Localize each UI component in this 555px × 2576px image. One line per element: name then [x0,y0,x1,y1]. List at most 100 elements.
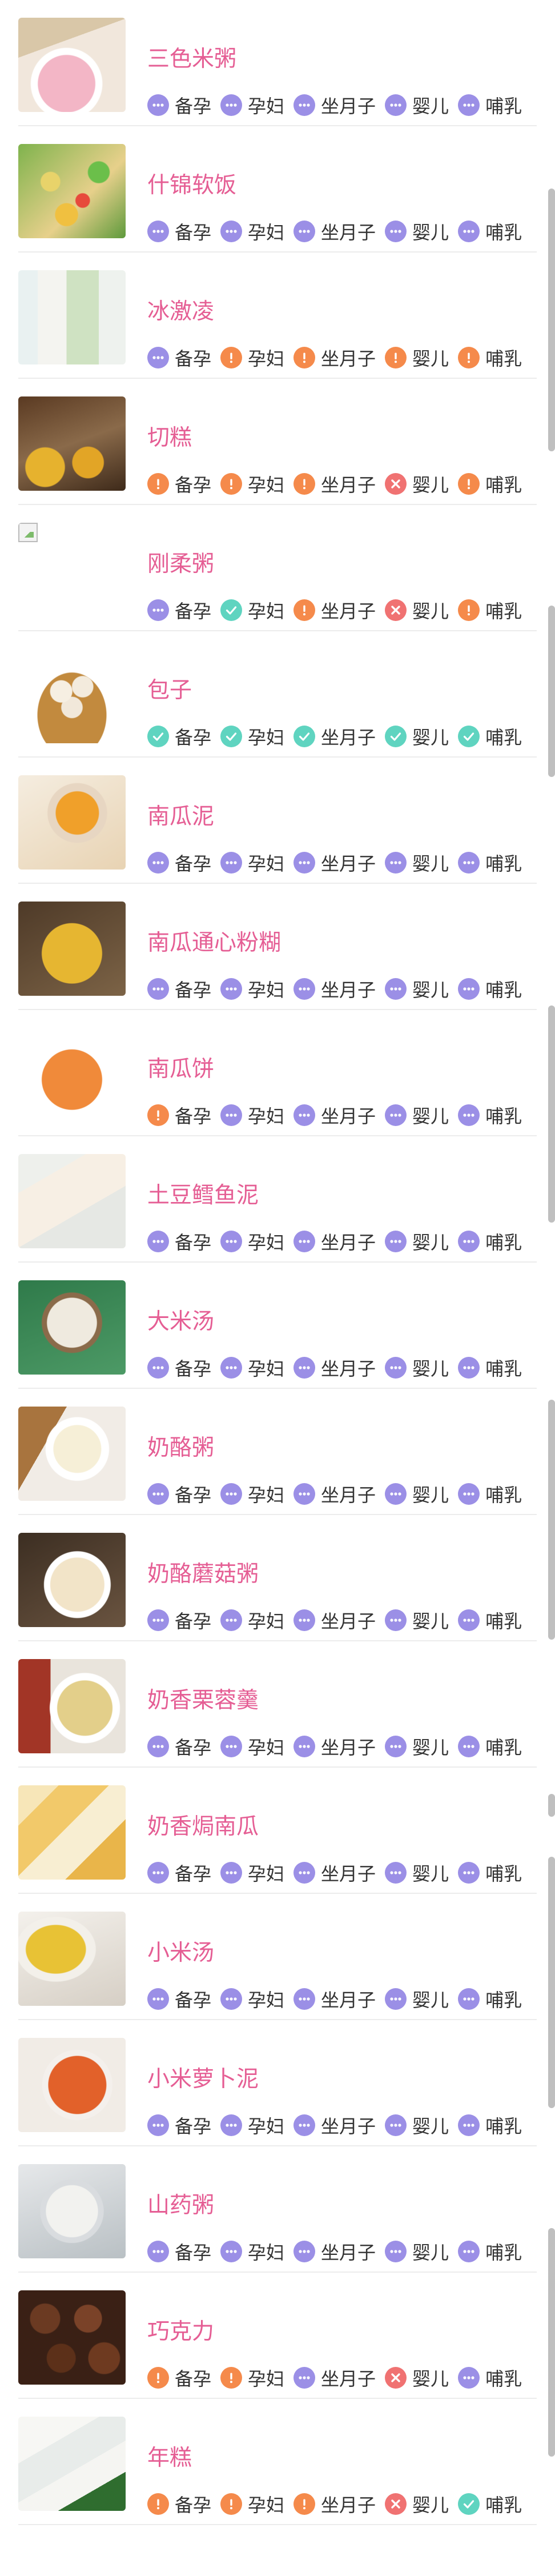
tag-breastfeeding: 哺乳 [458,2491,522,2517]
tag-label: 婴儿 [412,348,449,370]
tag-prep-pregnancy: 备孕 [147,471,211,497]
food-list-item[interactable]: 南瓜饼 备孕 孕妇 坐月子 婴儿 哺乳 [0,1010,555,1136]
tag-label: 备孕 [175,1232,212,1253]
tag-label: 婴儿 [412,727,449,748]
tag-postpartum: 坐月子 [293,92,376,118]
food-list-item[interactable]: 年糕 备孕 孕妇 坐月子 婴儿 哺乳 [0,2399,555,2525]
tag-postpartum: 坐月子 [293,1228,376,1255]
tag-postpartum: 坐月子 [293,597,376,623]
food-list-item[interactable]: 奶香栗蓉羹 备孕 孕妇 坐月子 婴儿 哺乳 [0,1641,555,1768]
ellipsis-icon [220,2241,243,2262]
ellipsis-icon [147,599,169,621]
tag-label: 坐月子 [321,1863,376,1885]
tag-label: 坐月子 [321,853,376,875]
scroll-indicator[interactable] [548,606,555,777]
food-list-item[interactable]: 奶酪蘑菇粥 备孕 孕妇 坐月子 婴儿 哺乳 [0,1515,555,1641]
tag-label: 婴儿 [412,600,449,622]
scroll-indicator[interactable] [548,189,555,451]
tag-label: 备孕 [175,2494,212,2516]
food-list-item[interactable]: 土豆鳕鱼泥 备孕 孕妇 坐月子 婴儿 哺乳 [0,1136,555,1263]
food-name: 南瓜泥 [147,804,215,830]
tag-label: 备孕 [175,1610,212,1632]
food-list-item[interactable]: 大米汤 备孕 孕妇 坐月子 婴儿 哺乳 [0,1263,555,1389]
food-name: 巧克力 [147,2319,215,2345]
tag-label: 坐月子 [321,1989,376,2011]
tag-infant: 婴儿 [385,2491,449,2517]
tag-label: 备孕 [175,222,212,243]
food-list-item[interactable]: 刚柔粥 备孕 孕妇 坐月子 婴儿 哺乳 [0,505,555,631]
food-list-item[interactable]: 奶酪粥 备孕 孕妇 坐月子 婴儿 哺乳 [0,1389,555,1515]
tag-breastfeeding: 哺乳 [458,597,522,623]
food-thumbnail [18,902,126,996]
ellipsis-icon [220,1357,243,1379]
food-thumbnail [18,270,126,364]
tag-label: 孕妇 [248,1989,285,2011]
ellipsis-icon [147,978,169,1000]
tag-label: 备孕 [175,600,212,622]
ellipsis-icon [458,94,480,116]
tag-infant: 婴儿 [385,1228,449,1255]
food-list-item[interactable]: 三色米粥 备孕 孕妇 坐月子 婴儿 哺乳 [0,0,555,126]
ellipsis-icon [147,1357,169,1379]
scroll-indicator[interactable] [548,1794,555,1817]
tag-label: 孕妇 [248,2116,285,2137]
tag-label: 婴儿 [412,1232,449,1253]
tag-breastfeeding: 哺乳 [458,1986,522,2012]
food-name: 小米萝卜泥 [147,2066,259,2092]
check-icon [458,726,480,747]
tag-label: 孕妇 [248,348,285,370]
tag-breastfeeding: 哺乳 [458,1355,522,1381]
tag-postpartum: 坐月子 [293,2365,376,2391]
tag-label: 孕妇 [248,600,285,622]
ellipsis-icon [293,1231,316,1252]
ellipsis-icon [147,1862,169,1884]
tag-breastfeeding: 哺乳 [458,1733,522,1760]
food-list-item[interactable]: 奶香焗南瓜 备孕 孕妇 坐月子 婴儿 哺乳 [0,1768,555,1894]
food-list-item[interactable]: 南瓜通心粉糊 备孕 孕妇 坐月子 婴儿 哺乳 [0,884,555,1010]
food-list-item[interactable]: 小米萝卜泥 备孕 孕妇 坐月子 婴儿 哺乳 [0,2020,555,2146]
food-list-item[interactable]: 小米汤 备孕 孕妇 坐月子 婴儿 哺乳 [0,1894,555,2020]
food-list-item[interactable]: 巧克力 备孕 孕妇 坐月子 婴儿 哺乳 [0,2273,555,2399]
tag-pregnant: 孕妇 [220,1481,284,1507]
exclamation-icon [293,2493,316,2515]
ellipsis-icon [293,2241,316,2262]
tag-label: 孕妇 [248,1610,285,1632]
food-list-item[interactable]: 南瓜泥 备孕 孕妇 坐月子 婴儿 哺乳 [0,758,555,884]
food-thumbnail [18,523,126,617]
food-thumbnail [18,1028,126,1122]
tag-pregnant: 孕妇 [220,976,284,1002]
scroll-indicator[interactable] [548,1005,555,1223]
scroll-indicator[interactable] [548,1857,555,2108]
food-list-item[interactable]: 山药粥 备孕 孕妇 坐月子 婴儿 哺乳 [0,2146,555,2273]
food-list-item[interactable]: 切糕 备孕 孕妇 坐月子 婴儿 哺乳 [0,379,555,505]
exclamation-icon [220,473,243,495]
tag-label: 哺乳 [485,727,522,748]
tag-label: 哺乳 [485,2116,522,2137]
food-list-item[interactable]: 包子 备孕 孕妇 坐月子 婴儿 哺乳 [0,631,555,758]
scroll-indicator[interactable] [548,1400,555,1640]
food-name: 土豆鳕鱼泥 [147,1183,259,1208]
check-icon [220,599,243,621]
tag-label: 孕妇 [248,2242,285,2263]
tag-label: 婴儿 [412,474,449,496]
ellipsis-icon [147,94,169,116]
tag-prep-pregnancy: 备孕 [147,723,211,750]
ellipsis-icon [385,1104,407,1126]
tag-label: 哺乳 [485,1105,522,1127]
tag-postpartum: 坐月子 [293,1986,376,2012]
ellipsis-icon [458,2241,480,2262]
tag-label: 坐月子 [321,979,376,1001]
tag-prep-pregnancy: 备孕 [147,1607,211,1633]
food-thumbnail [18,18,126,112]
tag-label: 孕妇 [248,727,285,748]
food-list-item[interactable]: 什锦软饭 备孕 孕妇 坐月子 婴儿 哺乳 [0,126,555,253]
tag-prep-pregnancy: 备孕 [147,1986,211,2012]
food-list-item[interactable]: 冰激凌 备孕 孕妇 坐月子 婴儿 哺乳 [0,253,555,379]
ellipsis-icon [458,1988,480,2010]
tag-label: 婴儿 [412,1484,449,1506]
scroll-indicator[interactable] [548,2228,555,2457]
tag-label: 孕妇 [248,95,285,117]
ellipsis-icon [147,1736,169,1757]
tag-label: 孕妇 [248,1863,285,1885]
tag-label: 坐月子 [321,474,376,496]
